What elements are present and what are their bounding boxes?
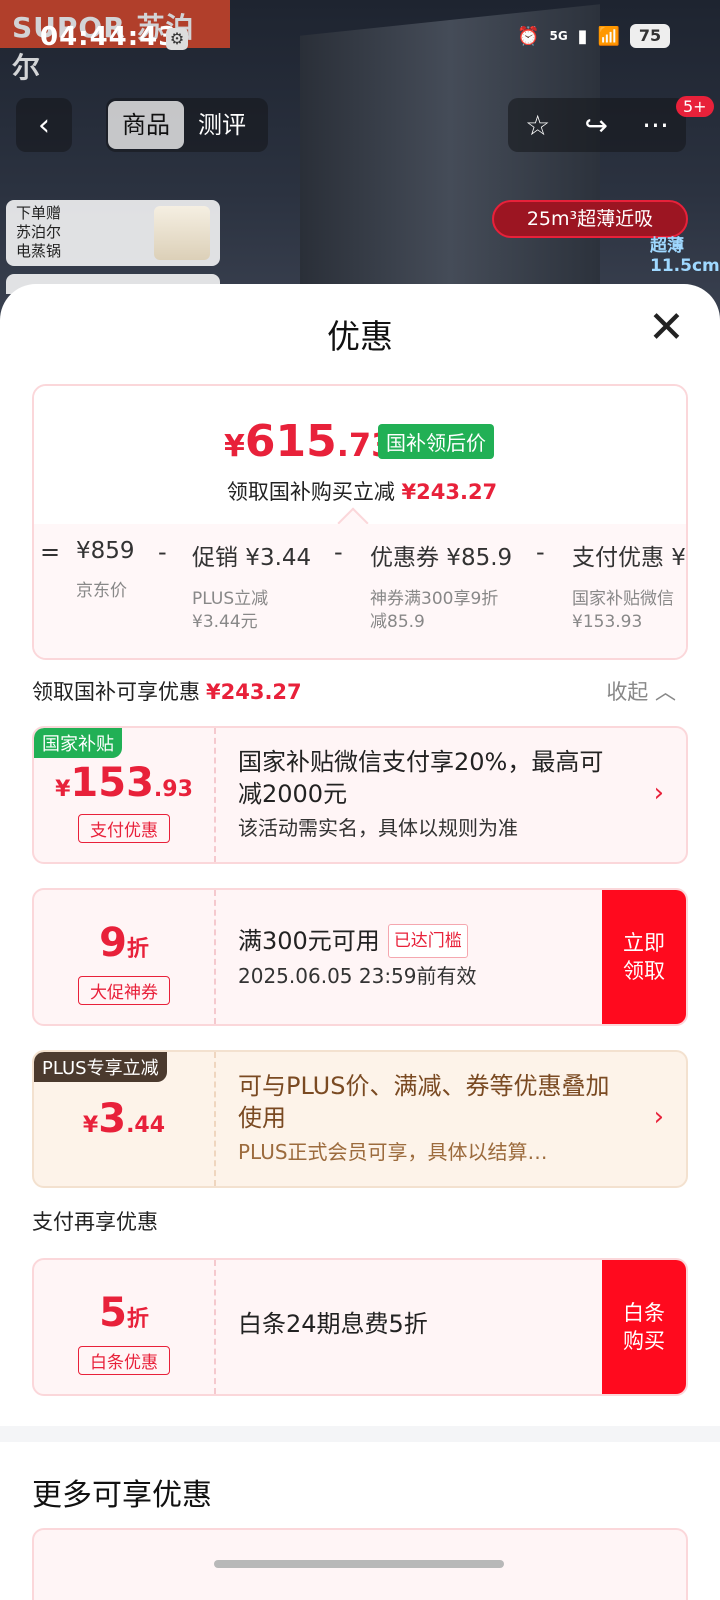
offer-card-subsidy[interactable]: 国家补贴 ¥153.93 支付优惠 国家补贴微信支付享20%，最高可减2000元…: [32, 726, 688, 864]
offer-tag: PLUS专享立减: [34, 1052, 167, 1082]
battery-icon: 75: [630, 24, 670, 48]
feature-pill: 25m³超薄近吸: [492, 200, 688, 238]
message-badge: 5+: [676, 96, 714, 117]
alarm-icon: ⏰: [517, 25, 540, 47]
offer-tag: 国家补贴: [34, 728, 122, 758]
breakdown-item: 优惠券 ¥85.9 神券满300享9折 减85.9: [370, 545, 513, 632]
offer-amount: 5折: [99, 1290, 149, 1336]
offer-amount: ¥153.93: [55, 760, 193, 806]
chevron-up-icon: ︿: [655, 680, 676, 704]
network-label: 5G: [549, 29, 568, 43]
offer-amount: 9折: [99, 920, 149, 966]
minus-sign: -: [536, 538, 545, 566]
gift-banner[interactable]: 下单赠 苏泊尔 电蒸锅: [6, 200, 220, 266]
offer-label: 白条优惠: [78, 1346, 170, 1375]
price-breakdown: = ¥859 京东价 - 促销 ¥3.44 PLUS立减 ¥3.44元 - 优惠…: [34, 524, 686, 658]
dashed-divider: [214, 1052, 216, 1186]
dashed-divider: [214, 890, 216, 1024]
wifi-icon: 📶: [597, 25, 620, 47]
chevron-right-icon: ›: [653, 778, 664, 808]
price-subtitle: 领取国补购买立减 ¥243.27: [226, 480, 498, 504]
offer-desc: PLUS正式会员可享，具体以结算…: [238, 1140, 548, 1164]
tab-review[interactable]: 测评: [184, 101, 260, 149]
share-icon[interactable]: ↪: [584, 109, 607, 142]
dashed-divider: [214, 728, 216, 862]
sheet-title: 优惠: [327, 317, 393, 356]
collapse-button[interactable]: 收起 ︿: [606, 676, 676, 706]
offer-label: 支付优惠: [78, 814, 170, 843]
section-pay: 支付再享优惠: [32, 1210, 158, 1234]
minus-sign: -: [158, 538, 167, 566]
price-summary: ¥615.73 国补领后价 领取国补购买立减 ¥243.27 = ¥859 京东…: [32, 384, 688, 660]
baitiao-buy-button[interactable]: 白条 购买: [602, 1260, 686, 1394]
settings-notification-icon: ⚙: [166, 28, 188, 50]
tab-product[interactable]: 商品: [108, 101, 184, 149]
offer-desc: 该活动需实名，具体以规则为准: [238, 816, 518, 840]
chevron-right-icon: ›: [653, 1102, 664, 1132]
steamer-image: [154, 206, 210, 260]
dashed-divider: [214, 1260, 216, 1394]
section-subsidy: 领取国补可享优惠 ¥243.27: [32, 680, 302, 704]
status-icons: ⏰ 5G ▮ 📶 75: [517, 24, 670, 48]
offer-label: 大促神券: [78, 976, 170, 1005]
offer-validity: 2025.06.05 23:59前有效: [238, 964, 477, 988]
section-gap: [0, 1426, 720, 1442]
status-bar: 04:44:43 ⚙ ⏰ 5G ▮ 📶 75: [0, 0, 720, 80]
star-icon[interactable]: ☆: [525, 109, 550, 142]
equals-sign: =: [40, 538, 61, 566]
home-indicator: [214, 1560, 504, 1568]
offer-title: 白条24期息费5折: [238, 1310, 428, 1338]
offer-title: 可与PLUS价、满减、券等优惠叠加使用: [238, 1072, 610, 1132]
threshold-reached-tag: 已达门槛: [387, 924, 468, 958]
clock: 04:44:43: [40, 22, 178, 52]
offer-amount: ¥3.44: [82, 1096, 166, 1142]
offer-title: 国家补贴微信支付享20%，最高可减2000元: [238, 748, 604, 808]
final-price: ¥615.73: [224, 416, 394, 467]
product-tabs: 商品 测评: [106, 98, 268, 152]
discount-sheet: 优惠 ✕ ¥615.73 国补领后价 领取国补购买立减 ¥243.27 = ¥8…: [0, 284, 720, 1600]
nav-actions: ☆ ↪ ···: [508, 98, 686, 152]
back-button[interactable]: ‹: [16, 98, 72, 152]
more-offers-title: 更多可享优惠: [32, 1478, 212, 1513]
minus-sign: -: [334, 538, 343, 566]
chevron-left-icon: ‹: [38, 107, 50, 143]
claim-coupon-button[interactable]: 立即 领取: [602, 890, 686, 1024]
offer-title: 满300元可用 已达门槛: [238, 924, 618, 958]
breakdown-item: ¥859 京东价: [76, 538, 135, 601]
close-icon[interactable]: ✕: [648, 306, 685, 350]
breakdown-item: 支付优惠 ¥ 国家补贴微信 ¥153.93: [572, 545, 686, 632]
offer-card-baitiao: 5折 白条优惠 白条24期息费5折 白条 购买: [32, 1258, 688, 1396]
more-icon[interactable]: ···: [642, 109, 669, 142]
offer-card-plus[interactable]: PLUS专享立减 ¥3.44 可与PLUS价、满减、券等优惠叠加使用 PLUS正…: [32, 1050, 688, 1188]
breakdown-item: 促销 ¥3.44 PLUS立减 ¥3.44元: [192, 545, 312, 632]
offer-card-coupon: 9折 大促神券 满300元可用 已达门槛 2025.06.05 23:59前有效 …: [32, 888, 688, 1026]
signal-icon: ▮: [577, 25, 588, 47]
subsidy-price-tag: 国补领后价: [378, 424, 494, 459]
thin-label: 超薄 11.5cm: [650, 236, 720, 276]
